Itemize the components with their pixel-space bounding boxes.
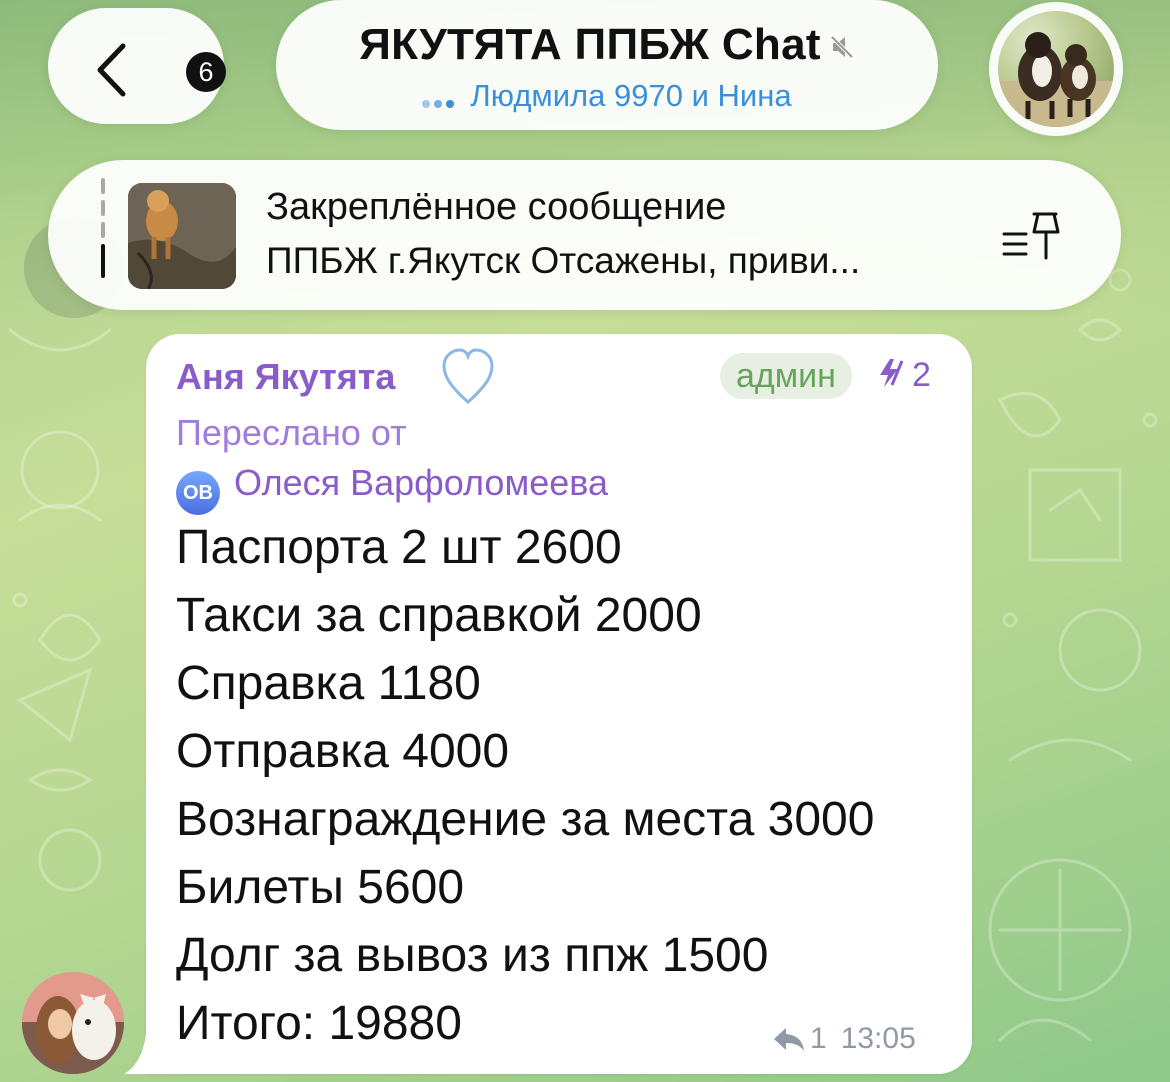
forwarded-from[interactable]: ОВ Олеся Варфоломеева — [176, 462, 608, 515]
message-line: Паспорта 2 шт 2600 — [176, 521, 622, 574]
group-avatar[interactable] — [989, 2, 1123, 136]
chat-status-text: Людмила 9970 и Нина — [470, 78, 792, 113]
woman-with-dog-photo — [22, 972, 124, 1074]
reply-icon[interactable] — [772, 1026, 806, 1052]
chat-title-text: ЯКУТЯТА ППБЖ Chat — [359, 20, 821, 69]
message-line: Долг за вывоз из ппж 1500 — [176, 929, 769, 982]
bubble-tail — [124, 1034, 146, 1074]
sender-avatar[interactable] — [22, 972, 124, 1074]
message-line: Такси за справкой 2000 — [176, 589, 702, 642]
message-time: 13:05 — [840, 1022, 916, 1055]
message-text: Паспорта 2 шт 2600 Такси за справкой 200… — [176, 514, 874, 1058]
chevron-left-icon — [97, 43, 126, 97]
message-meta: 1 13:05 — [772, 1022, 916, 1056]
message-line: Билеты 5600 — [176, 861, 465, 914]
pinned-message-thumbnail — [128, 183, 236, 289]
pinned-position-indicator — [101, 178, 106, 290]
heart-icon — [442, 348, 494, 405]
pin-list-icon[interactable] — [1000, 208, 1064, 268]
message-line: Итого: 19880 — [176, 997, 462, 1050]
admin-role-badge: админ — [720, 353, 852, 399]
message-line: Справка 1180 — [176, 657, 481, 710]
forwarded-author-name: Олеся Варфоломеева — [234, 462, 608, 503]
boost-indicator: 2 — [876, 356, 931, 395]
forwarded-label: Переслано от — [176, 412, 407, 453]
back-button[interactable]: 6 — [48, 8, 226, 124]
sender-name[interactable]: Аня Якутята — [176, 356, 395, 398]
chat-header-title[interactable]: ЯКУТЯТА ППБЖ Chat Людмила 9970 и Нина — [276, 0, 938, 130]
pinned-message-preview: ППБЖ г.Якутск Отсажены, приви... — [266, 240, 861, 281]
message-line: Вознаграждение за места 3000 — [176, 793, 875, 846]
message-line: Отправка 4000 — [176, 725, 510, 778]
pinned-message-title: Закреплённое сообщение — [266, 186, 727, 228]
forwarded-avatar-initials: ОВ — [176, 471, 220, 515]
reply-count: 1 — [810, 1022, 827, 1055]
boost-icon — [880, 359, 904, 387]
mute-icon — [830, 35, 854, 59]
dogs-photo — [998, 32, 1114, 127]
unread-count-badge: 6 — [186, 52, 226, 92]
dog-photo-thumbnail — [128, 183, 236, 289]
boost-count: 2 — [912, 356, 931, 394]
typing-indicator-icon — [422, 80, 458, 116]
